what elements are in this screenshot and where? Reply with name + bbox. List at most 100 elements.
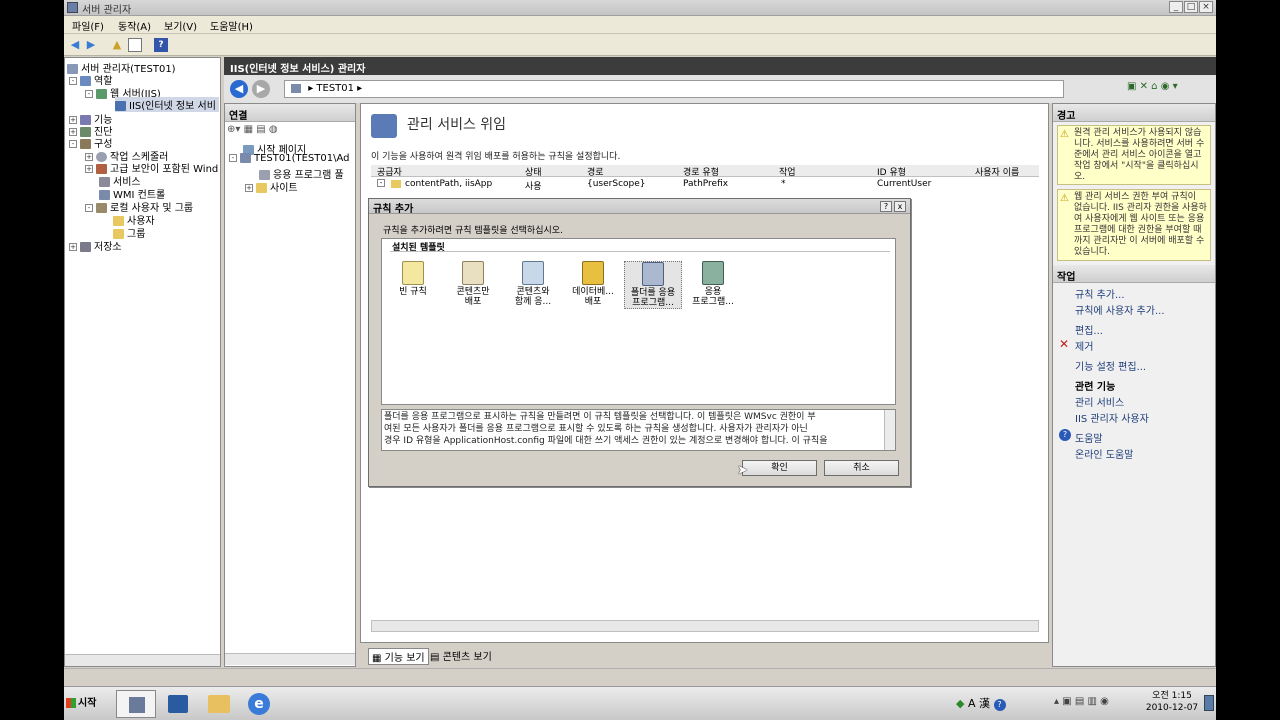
- status-bar: [64, 668, 1216, 686]
- menu-action[interactable]: 동작(A): [118, 18, 151, 33]
- nav-forward-icon[interactable]: ▶: [252, 80, 270, 98]
- row-collapse-icon[interactable]: -: [377, 179, 385, 187]
- group-divider: [390, 251, 890, 252]
- menu-view[interactable]: 보기(V): [164, 18, 197, 33]
- web-server-icon: [96, 89, 107, 99]
- menu-help[interactable]: 도움말(H): [210, 18, 253, 33]
- expand-icon[interactable]: +: [69, 243, 77, 251]
- template-deploy-content-only[interactable]: 콘텐츠만 배포: [444, 261, 502, 307]
- content-view-icon: ▤: [430, 652, 440, 663]
- collapse-icon[interactable]: -: [69, 140, 77, 148]
- tree-storage[interactable]: + 저장소: [69, 238, 122, 253]
- table-row[interactable]: - contentPath, iisApp 사용 {userScope} Pat…: [371, 179, 1039, 192]
- action-add-user-to-rule[interactable]: 규칙에 사용자 추가...: [1075, 302, 1165, 317]
- dialog-help-button[interactable]: ?: [880, 201, 892, 212]
- back-arrow-icon[interactable]: ◀: [68, 38, 82, 52]
- disconnect-icon[interactable]: ◍: [269, 124, 278, 135]
- server-manager-tree: 서버 관리자(TEST01) - 역할 -웹 서버(IIS) IIS(인터넷 정보…: [64, 57, 221, 667]
- conn-sites[interactable]: + 사이트: [245, 179, 298, 194]
- features-view-tab[interactable]: ▦ 기능 보기: [368, 648, 429, 665]
- template-database-deploy[interactable]: 데이터베... 배포: [564, 261, 622, 307]
- ime-indicator[interactable]: ◆ A 漢 ?: [956, 695, 1006, 711]
- ime-help-icon: ?: [993, 699, 1006, 711]
- actions-pane: 경고 ⚠ 원격 관리 서비스가 사용되지 않습니다. 서비스를 사용하려면 서버 …: [1052, 103, 1216, 667]
- minimize-button[interactable]: _: [1169, 1, 1183, 13]
- column-provider[interactable]: 공급자: [377, 165, 402, 178]
- collapse-icon[interactable]: -: [85, 204, 93, 212]
- folder-icon: [391, 180, 401, 188]
- tree-horizontal-scrollbar[interactable]: [65, 654, 220, 666]
- column-path[interactable]: 경로: [587, 165, 604, 178]
- show-hide-tree-icon[interactable]: [128, 38, 142, 52]
- clock-date: 2010-12-07: [1145, 703, 1199, 713]
- expand-icon[interactable]: +: [245, 184, 253, 192]
- column-user-name[interactable]: 사용자 이름: [975, 165, 1019, 178]
- menu-file[interactable]: 파일(F): [72, 18, 104, 33]
- action-edit[interactable]: 편집...: [1075, 322, 1103, 337]
- action-edit-feature-settings[interactable]: 기능 설정 편집...: [1075, 358, 1146, 373]
- address-bar[interactable]: ▸ TEST01 ▸: [284, 80, 1064, 98]
- add-rule-dialog: 규칙 추가 ? x 규칙을 추가하려면 규칙 템플릿을 선택하십시오. 설치된 …: [368, 198, 911, 487]
- start-button[interactable]: 시작: [66, 693, 106, 715]
- related-features-heading: 관련 기능: [1075, 382, 1116, 393]
- template-content-with-app[interactable]: 콘텐츠와 함께 응...: [504, 261, 562, 307]
- template-mark-folder-as-app[interactable]: 폴더를 응용 프로그램...: [624, 261, 682, 309]
- users-icon: [96, 203, 107, 213]
- column-status[interactable]: 상태: [525, 165, 542, 178]
- action-online-help[interactable]: 온라인 도움말: [1075, 446, 1133, 461]
- collapse-icon[interactable]: -: [69, 77, 77, 85]
- column-identity-type[interactable]: ID 유형: [877, 165, 906, 178]
- cancel-button[interactable]: 취소: [824, 460, 899, 476]
- actions-title: 작업: [1053, 265, 1215, 283]
- tree-iis[interactable]: IIS(인터넷 정보 서비: [115, 97, 219, 112]
- connections-title: 연결: [225, 104, 355, 122]
- template-blank-rule[interactable]: 빈 규칙: [384, 261, 442, 297]
- save-icon[interactable]: ▦: [244, 124, 253, 135]
- collapse-icon[interactable]: -: [85, 90, 93, 98]
- description-scrollbar[interactable]: [884, 410, 895, 450]
- database-icon: [582, 261, 604, 285]
- column-operation[interactable]: 작업: [779, 165, 796, 178]
- dialog-title: 규칙 추가: [369, 199, 910, 215]
- template-application[interactable]: 응용 프로그램...: [684, 261, 742, 307]
- action-help[interactable]: 도움말: [1075, 430, 1103, 445]
- content-view-tab[interactable]: ▤ 콘텐츠 보기: [430, 648, 492, 663]
- clock-time: 오전 1:15: [1152, 691, 1192, 701]
- explorer-folder-icon[interactable]: [208, 695, 230, 713]
- action-remove[interactable]: 제거: [1075, 338, 1093, 353]
- action-management-service[interactable]: 관리 서비스: [1075, 394, 1124, 409]
- help-book-icon[interactable]: ?: [154, 38, 168, 52]
- taskbar-server-manager[interactable]: [116, 690, 156, 718]
- content-horizontal-scrollbar[interactable]: [371, 620, 1039, 632]
- toolbar: ◀ ▶ ▲ ?: [64, 34, 1216, 56]
- edit-icon[interactable]: ▤: [256, 124, 265, 135]
- powershell-icon[interactable]: [168, 695, 188, 713]
- connect-icon[interactable]: ⊕▾: [227, 124, 240, 135]
- action-iis-manager-users[interactable]: IIS 관리자 사용자: [1075, 410, 1149, 425]
- mouse-cursor-icon: ➤: [737, 463, 748, 478]
- tray-icons[interactable]: ▴ ▣ ▤ ▥ ◉: [1054, 696, 1109, 707]
- application-icon: [702, 261, 724, 285]
- conn-server[interactable]: - TEST01(TEST01\Ad: [229, 153, 350, 164]
- action-add-rule[interactable]: 규칙 추가...: [1075, 286, 1125, 301]
- connections-horizontal-scrollbar[interactable]: [225, 653, 355, 665]
- collapse-icon[interactable]: -: [229, 154, 237, 162]
- maximize-button[interactable]: □: [1184, 1, 1198, 13]
- template-description: 폴더를 응용 프로그램으로 표시하는 규칙을 만들려면 이 규칙 템플릿을 선택…: [381, 409, 896, 451]
- show-desktop-button[interactable]: [1204, 695, 1214, 711]
- warning-icon: ⚠: [1060, 193, 1069, 204]
- forward-arrow-icon[interactable]: ▶: [84, 38, 98, 52]
- template-list: 설치된 템플릿 빈 규칙 콘텐츠만 배포 콘텐츠와 함께 응... 데이터베..…: [381, 238, 896, 405]
- nav-back-icon[interactable]: ◀: [230, 80, 248, 98]
- dialog-close-button[interactable]: x: [894, 201, 906, 212]
- clock[interactable]: 오전 1:15 2010-12-07: [1144, 690, 1200, 714]
- nav-tools-icons[interactable]: ▣ ✕ ⌂ ◉ ▾: [1127, 81, 1207, 95]
- up-folder-icon[interactable]: ▲: [110, 38, 124, 52]
- column-path-type[interactable]: 경로 유형: [683, 165, 719, 178]
- expand-icon[interactable]: +: [85, 165, 93, 173]
- desktop-screen: 서버 관리자 _ □ × 파일(F) 동작(A) 보기(V) 도움말(H) ◀ …: [64, 0, 1216, 720]
- windows-logo-icon: [66, 698, 76, 708]
- ok-button[interactable]: 확인: [742, 460, 817, 476]
- close-button[interactable]: ×: [1199, 1, 1213, 13]
- internet-explorer-icon[interactable]: e: [248, 693, 270, 715]
